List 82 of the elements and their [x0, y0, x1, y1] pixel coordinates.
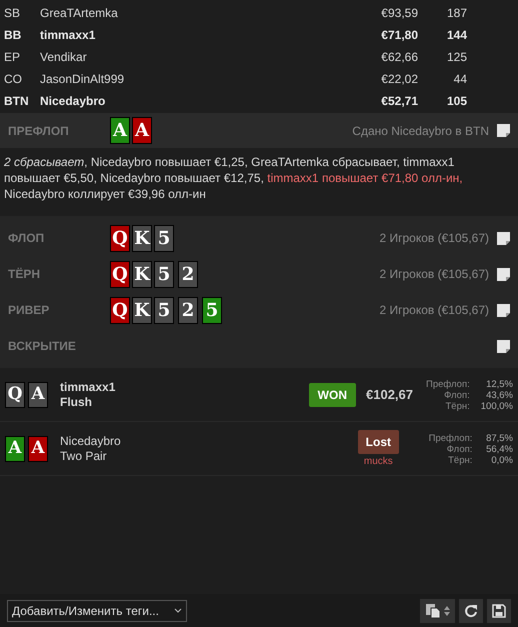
equity-label: Префлоп:	[425, 378, 470, 390]
playing-card: K	[132, 260, 152, 288]
chevron-down-icon	[174, 608, 182, 613]
player-name: timmaxx1	[60, 380, 116, 395]
equity-label: Флоп:	[446, 444, 472, 454]
save-icon	[492, 604, 506, 618]
won-badge: WON	[308, 383, 356, 407]
stack-amount: €62,66	[380, 49, 418, 66]
equity-value: 0,0%	[490, 454, 513, 466]
pot-info: 2 Игроков (€105,67)	[380, 230, 489, 247]
playing-card: Q	[110, 224, 130, 252]
playing-card: K	[132, 224, 152, 252]
big-blinds: 144	[446, 27, 467, 44]
player-name: Vendikar	[40, 49, 88, 66]
equity-label: Тёрн:	[444, 400, 470, 412]
note-icon[interactable]	[497, 124, 510, 137]
refresh-button[interactable]	[459, 598, 483, 622]
big-blinds: 125	[446, 49, 467, 66]
stack-amount: €52,71	[380, 93, 418, 110]
playing-card: K	[132, 296, 152, 324]
equity-label: Тёрн:	[447, 454, 472, 466]
position-label: BB	[3, 27, 22, 44]
playing-card: A	[5, 436, 25, 462]
playing-card: A	[110, 117, 130, 144]
playing-card: 2	[178, 296, 198, 324]
hand-name: Flush	[60, 395, 93, 410]
stack-amount: €71,80	[380, 27, 418, 44]
equity-label: Флоп:	[443, 390, 470, 400]
equity-value: 100,0%	[480, 400, 513, 412]
player-name: timmaxx1	[40, 27, 96, 44]
playing-card: Q	[110, 296, 130, 324]
action-log: 2 сбрасывает, Nicedaybro повышает €1,25, GreaTArtemka сбрасывает, timmaxx1 повышает €5,50, Nicedaybro повышает €12,75, timmaxx1 повышает €71,80 олл-ин, Nicedaybro коллирует €39,96 олл-ин	[3, 154, 464, 203]
playing-card: 5	[154, 224, 174, 252]
player-name: GreaTArtemka	[40, 5, 119, 22]
lost-badge: Lost	[358, 430, 399, 454]
copy-icon	[425, 602, 441, 618]
playing-card: A	[28, 436, 48, 462]
stack-amount: €93,59	[380, 5, 418, 22]
won-amount: €102,67	[366, 386, 413, 404]
note-icon[interactable]	[497, 304, 510, 316]
pot-info: 2 Игроков (€105,67)	[380, 266, 489, 283]
playing-card: A	[132, 117, 152, 144]
position-label: SB	[3, 5, 22, 22]
street-label: РИВЕР	[8, 302, 50, 319]
position-label: EP	[3, 49, 22, 66]
note-icon[interactable]	[497, 268, 510, 280]
equity-value: 56,4%	[485, 444, 513, 454]
big-blinds: 187	[446, 5, 467, 22]
hand-name: Two Pair	[60, 449, 108, 464]
note-icon[interactable]	[497, 340, 510, 352]
playing-card: Q	[110, 260, 130, 288]
playing-card: 5	[154, 296, 174, 324]
playing-card: 5	[154, 260, 174, 288]
note-icon[interactable]	[497, 232, 510, 244]
playing-card: Q	[5, 382, 25, 408]
position-label: BTN	[3, 93, 30, 110]
player-name: JasonDinAlt999	[40, 71, 126, 88]
big-blinds: 44	[452, 71, 467, 88]
tags-dropdown[interactable]: Добавить/Изменить теги...	[7, 600, 187, 622]
playing-card: 2	[178, 260, 198, 288]
stack-amount: €22,02	[380, 71, 418, 88]
pot-info: 2 Игроков (€105,67)	[380, 302, 489, 319]
equity-label: Префлоп:	[428, 432, 472, 444]
dealt-info: Сдано Nicedaybro в BTN	[352, 122, 489, 140]
street-label: ПРЕФЛОП	[8, 122, 70, 140]
muck-note: mucks	[364, 454, 393, 468]
equity-value: 43,6%	[485, 390, 513, 400]
position-label: CO	[3, 71, 23, 88]
save-button[interactable]	[487, 598, 511, 622]
player-name: Nicedaybro	[40, 93, 106, 110]
street-label: ВСКРЫТИЕ	[8, 338, 77, 355]
player-name: Nicedaybro	[60, 434, 121, 449]
playing-card: A	[28, 382, 48, 408]
equity-value: 87,5%	[485, 432, 513, 444]
big-blinds: 105	[446, 93, 467, 110]
refresh-icon	[464, 604, 478, 618]
street-label: ТЁРН	[8, 266, 42, 283]
street-label: ФЛОП	[8, 230, 46, 247]
copy-button[interactable]	[420, 598, 455, 622]
equity-value: 12,5%	[485, 378, 513, 390]
updown-icon	[444, 606, 450, 616]
playing-card: 5	[202, 296, 222, 324]
